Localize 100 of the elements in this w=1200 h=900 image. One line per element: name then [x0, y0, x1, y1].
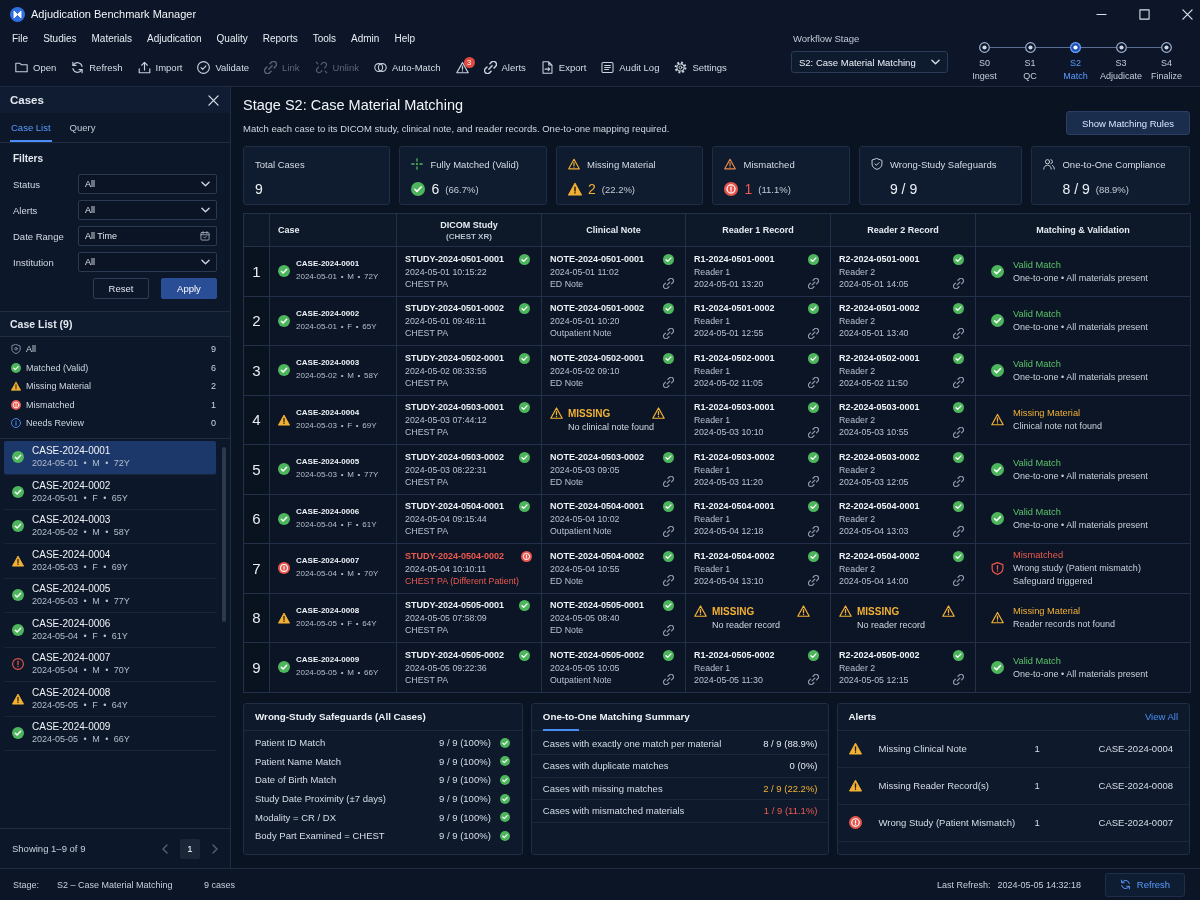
chevron-down-icon: [201, 259, 210, 265]
previous-page-button[interactable]: [162, 843, 168, 854]
record-detail: 2024-05-01 10:15:22: [405, 265, 488, 278]
record-detail: 2024-05-04 10:55: [550, 562, 621, 575]
missing-detail: No reader record: [856, 620, 927, 631]
menu-item[interactable]: Reports: [262, 33, 298, 44]
alert-case: CASE-2024-0007: [1098, 817, 1173, 828]
case-meta: 2024-05-04 • M • 70Y: [296, 568, 379, 581]
page-button[interactable]: 1: [180, 838, 200, 859]
upload-icon: [137, 61, 151, 74]
alerts-button[interactable]: Alerts: [480, 55, 529, 80]
rings-icon: [373, 61, 387, 74]
alert-count: 1: [1033, 743, 1041, 754]
summary-value: 0 (0%): [789, 760, 818, 772]
reset-button[interactable]: Reset: [93, 278, 149, 299]
status-filter-item[interactable]: Matched (Valid) 6: [0, 358, 230, 377]
menu-item[interactable]: Adjudication: [147, 33, 202, 44]
row-number: 3: [243, 345, 270, 395]
chevron-down-icon: [201, 207, 210, 213]
dropdown-field[interactable]: All: [78, 200, 217, 220]
import-button[interactable]: Import: [134, 55, 186, 80]
case-list-item[interactable]: CASE-2024-0002 2024-05-01 • F • 65Y: [4, 475, 216, 510]
stage-dropdown[interactable]: S2: Case Material Matching: [791, 51, 948, 73]
status-filter-item[interactable]: Missing Material 2: [0, 377, 230, 396]
rules-button[interactable]: Show Matching Rules: [1066, 111, 1190, 135]
settings-button[interactable]: Settings: [671, 55, 730, 80]
validation-status: Missing Material: [1013, 605, 1082, 619]
case-list-item[interactable]: CASE-2024-0004 2024-05-03 • F • 69Y: [4, 544, 216, 579]
record-id: R1-2024-0502-0001: [694, 351, 776, 365]
export-button[interactable]: Export: [537, 55, 590, 80]
apply-button[interactable]: Apply: [161, 278, 217, 299]
status-filter-item[interactable]: All 9: [0, 340, 230, 359]
filter-label: Alerts: [13, 204, 39, 216]
menu-item[interactable]: Quality: [216, 33, 248, 44]
safeguard-label: Date of Birth Match: [255, 774, 338, 786]
document-arrow-icon: [540, 61, 554, 74]
check-circle-icon: [197, 61, 211, 74]
tab[interactable]: Case List: [10, 113, 52, 142]
menu-item[interactable]: Help: [394, 33, 415, 44]
record-detail: 2024-05-04 14:00: [839, 574, 910, 587]
case-list-item[interactable]: CASE-2024-0003 2024-05-02 • M • 58Y: [4, 509, 216, 544]
refresh-label: Last Refresh:: [936, 879, 991, 890]
case-meta: 2024-05-05 • M • 66Y: [296, 667, 379, 680]
refresh-time: 2024-05-05 14:32:18: [997, 879, 1081, 890]
record-id: R2-2024-0504-0002: [839, 549, 921, 563]
safeguard-value: 9 / 9 (100%): [439, 793, 491, 805]
filter-label: Institution: [13, 256, 55, 268]
dropdown-field[interactable]: All: [78, 174, 217, 194]
record-detail: Outpatient Note: [550, 525, 613, 538]
column-header: Reader 2 Record: [866, 225, 940, 235]
missing-detail: No reader record: [711, 620, 782, 631]
case-list-item[interactable]: CASE-2024-0006 2024-05-04 • F • 61Y: [4, 613, 216, 648]
status-filter-item[interactable]: Needs Review 0: [0, 414, 230, 433]
close-button[interactable]: [208, 94, 219, 106]
card-percent: (22.2%): [601, 183, 636, 195]
auto-match-button[interactable]: Auto-Match: [370, 55, 444, 80]
validation-detail: One-to-one • All materials present: [1013, 321, 1148, 335]
record-detail: ED Note: [550, 277, 585, 290]
broken-link-icon: [314, 61, 328, 74]
row-number: 4: [243, 395, 270, 445]
case-list-item[interactable]: CASE-2024-0005 2024-05-03 • M • 77Y: [4, 578, 216, 613]
row-number: 9: [243, 642, 270, 692]
view-all-link[interactable]: View All: [1144, 711, 1178, 722]
card-label: Fully Matched (Valid): [430, 158, 519, 170]
case-list-item[interactable]: CASE-2024-0009 2024-05-05 • M • 66Y: [4, 716, 216, 751]
record-detail: 2024-05-03 11:20: [694, 475, 764, 488]
date-field[interactable]: All Time: [78, 226, 217, 246]
safeguard-value: 9 / 9 (100%): [439, 830, 491, 842]
record-detail: 2024-05-01 12:55: [694, 327, 765, 340]
case-meta: 2024-05-05 • F • 64Y: [296, 617, 377, 630]
record-id: NOTE-2024-0505-0001: [550, 599, 646, 613]
settings-icon: [674, 61, 688, 74]
menu-item[interactable]: File: [12, 33, 29, 44]
step-connector: [990, 47, 1025, 48]
case-list-item[interactable]: CASE-2024-0001 2024-05-01 • M • 72Y: [4, 440, 216, 475]
record-detail: 2024-05-01 14:05: [839, 277, 910, 290]
case-list-item[interactable]: CASE-2024-0008 2024-05-05 • F • 64Y: [4, 682, 216, 717]
case-list-item[interactable]: CASE-2024-0007 2024-05-04 • M • 70Y: [4, 647, 216, 682]
refresh-button[interactable]: Refresh: [68, 55, 126, 80]
column-header: Case: [278, 225, 301, 235]
menu-item[interactable]: Admin: [351, 33, 380, 44]
validate-button[interactable]: Validate: [194, 55, 253, 80]
warning-icon: [455, 61, 469, 74]
record-id: R1-2024-0501-0002: [694, 302, 776, 316]
audit-log-button[interactable]: Audit Log: [598, 55, 663, 80]
pagination-summary: Showing 1–9 of 9: [12, 843, 86, 854]
scrollbar-thumb[interactable]: [222, 446, 226, 622]
dropdown-field[interactable]: All: [78, 252, 217, 272]
status-filter-item[interactable]: Mismatched 1: [0, 395, 230, 414]
open-button[interactable]: Open: [12, 55, 60, 80]
record-detail: CHEST PA: [405, 327, 450, 340]
refresh-button[interactable]: Refresh: [1105, 872, 1185, 897]
next-page-button[interactable]: [212, 843, 218, 854]
record-id: R1-2024-0503-0002: [694, 450, 776, 464]
case-count: 9 cases: [204, 879, 237, 890]
menu-item[interactable]: Materials: [91, 33, 133, 44]
tab[interactable]: Query: [68, 113, 97, 142]
menu-item[interactable]: Tools: [312, 33, 337, 44]
menu-item[interactable]: Studies: [43, 33, 77, 44]
case-id: CASE-2024-0006: [296, 505, 361, 518]
